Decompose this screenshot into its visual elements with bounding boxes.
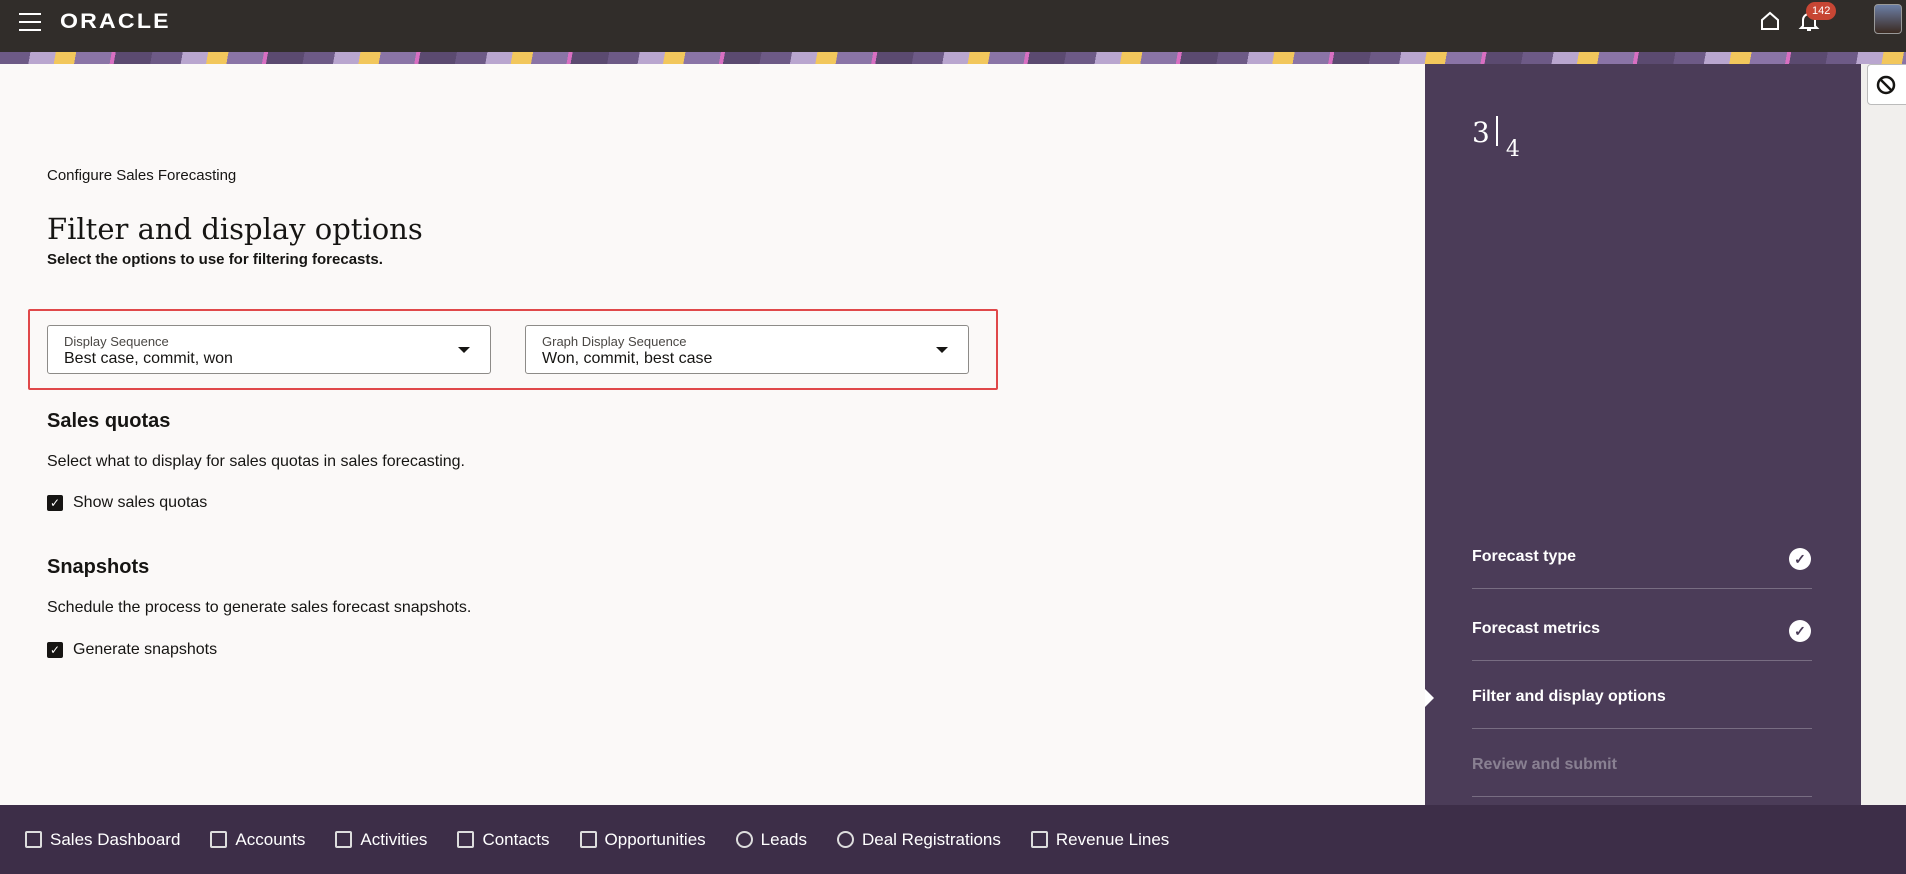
nav-label: Deal Registrations (861, 829, 1001, 849)
nav-opportunities[interactable]: Opportunities (579, 829, 706, 850)
nav-label: Accounts (235, 829, 306, 849)
step-forecast-type[interactable]: Forecast type ✓ (1472, 521, 1812, 589)
home-icon[interactable] (1759, 10, 1781, 32)
sales-quotas-heading: Sales quotas (47, 410, 171, 432)
nav-activities[interactable]: Activities (335, 830, 427, 850)
field-label: Graph Display Sequence (542, 334, 687, 349)
cancel-button[interactable] (1867, 64, 1906, 105)
nav-deal-registrations[interactable]: Deal Registrations (836, 829, 1001, 850)
nav-sales-dashboard[interactable]: Sales Dashboard (25, 830, 180, 850)
check-circle-icon: ✓ (1789, 620, 1811, 642)
checkbox-checked-icon[interactable]: ✓ (47, 642, 63, 658)
checkbox-label: Show sales quotas (73, 494, 208, 511)
step-label: Filter and display options (1472, 688, 1666, 705)
building-icon (210, 831, 228, 848)
nav-revenue-lines[interactable]: Revenue Lines (1030, 829, 1170, 850)
sales-quotas-description: Select what to display for sales quotas … (47, 453, 465, 470)
breadcrumb: Configure Sales Forecasting (47, 167, 237, 184)
current-step: 3 (1472, 116, 1490, 149)
caret-down-icon (458, 347, 470, 353)
step-label: Review and submit (1472, 756, 1617, 773)
page-subtitle: Select the options to use for filtering … (47, 251, 383, 268)
generate-snapshots-checkbox[interactable]: ✓ Generate snapshots (47, 641, 217, 659)
calendar-icon (335, 831, 353, 848)
current-step-pointer (1425, 689, 1434, 707)
check-circle-icon: ✓ (1789, 548, 1811, 570)
leads-icon (735, 831, 753, 848)
snapshots-description: Schedule the process to generate sales f… (47, 599, 472, 616)
nav-label: Contacts (482, 829, 550, 849)
nav-contacts[interactable]: Contacts (457, 829, 550, 850)
nav-label: Leads (760, 829, 807, 849)
progress-panel: 34 Forecast type ✓ Forecast metrics ✓ Filt… (1425, 64, 1861, 805)
nav-label: Opportunities (604, 829, 706, 849)
step-review-submit[interactable]: Review and submit (1472, 729, 1812, 797)
avatar[interactable] (1874, 4, 1902, 34)
checkbox-checked-icon[interactable]: ✓ (47, 495, 63, 511)
graph-display-sequence-select[interactable]: Graph Display Sequence Won, commit, best… (525, 325, 969, 374)
step-filter-display-options[interactable]: Filter and display options (1472, 661, 1812, 729)
badge-icon (836, 831, 854, 848)
menu-icon[interactable] (19, 13, 41, 31)
field-value: Best case, commit, won (64, 350, 233, 367)
step-counter: 34 (1472, 116, 1520, 162)
checkbox-label: Generate snapshots (73, 641, 218, 658)
nav-accounts[interactable]: Accounts (210, 830, 305, 850)
nav-label: Activities (360, 829, 428, 849)
banner (0, 52, 1906, 64)
top-bar: ORACLE 142 (0, 0, 1906, 52)
step-forecast-metrics[interactable]: Forecast metrics ✓ (1472, 593, 1812, 661)
dashboard-icon (25, 831, 42, 848)
field-label: Display Sequence (64, 334, 169, 349)
show-sales-quotas-checkbox[interactable]: ✓ Show sales quotas (47, 494, 207, 512)
right-strip (1861, 64, 1906, 805)
step-label: Forecast metrics (1472, 620, 1601, 637)
display-sequence-select[interactable]: Display Sequence Best case, commit, won (47, 325, 491, 374)
caret-down-icon (936, 347, 948, 353)
oracle-logo[interactable]: ORACLE (60, 10, 171, 34)
step-label: Forecast type (1472, 548, 1577, 565)
bottom-nav: Sales Dashboard Accounts Activities Cont… (0, 805, 1906, 874)
box-icon (1030, 831, 1048, 848)
contact-card-icon (457, 831, 475, 848)
page-title: Filter and display options (47, 212, 423, 246)
nav-label: Sales Dashboard (50, 829, 181, 849)
prohibit-icon (1876, 75, 1896, 95)
notification-badge: 142 (1806, 2, 1837, 20)
snapshots-heading: Snapshots (47, 556, 150, 578)
total-steps: 4 (1505, 137, 1520, 162)
nav-leads[interactable]: Leads (735, 829, 807, 850)
opportunity-icon (579, 831, 597, 848)
field-value: Won, commit, best case (542, 350, 713, 367)
nav-label: Revenue Lines (1055, 829, 1170, 849)
